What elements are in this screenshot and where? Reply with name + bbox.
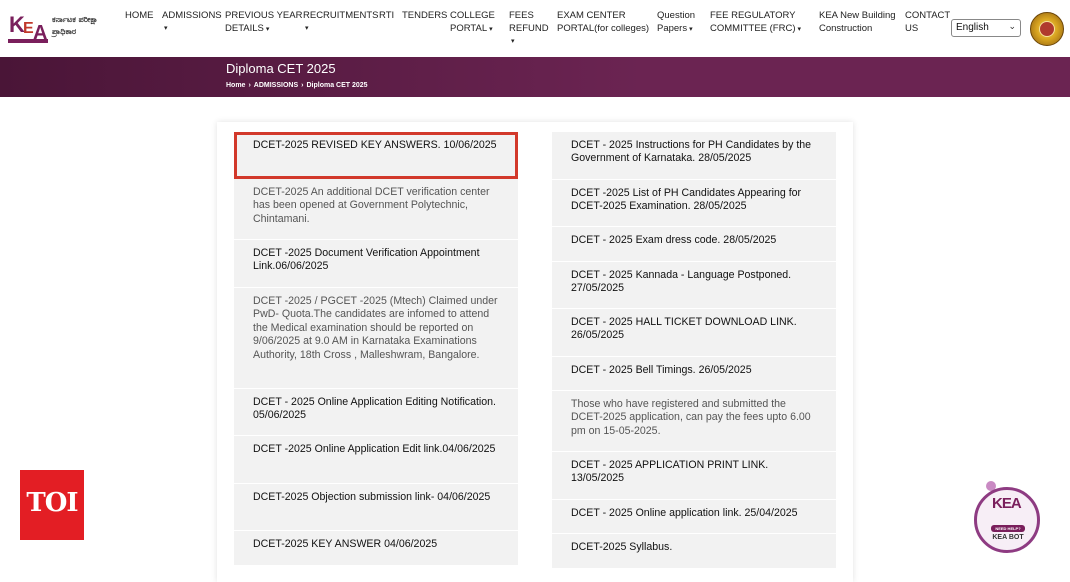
nav-fee-reg-label-line2: COMMITTEE (FRC) [710,23,796,34]
kea-logo[interactable]: K E A ಕರ್ನಾಟಕ ಪರೀಕ್ಷಾ ಪ್ರಾಧಿಕಾರ [8,10,113,48]
chevron-right-icon: › [301,82,304,89]
top-navbar: K E A ಕರ್ನಾಟಕ ಪರೀಕ್ಷಾ ಪ್ರಾಧಿಕಾರ HOME ADM… [0,0,1070,57]
nav-previous-year-label-line2: DETAILS [225,23,264,34]
notifications-left-column: DCET-2025 REVISED KEY ANSWERS. 10/06/202… [234,132,518,566]
notification-link-revised-key-answers[interactable]: DCET-2025 REVISED KEY ANSWERS. 10/06/202… [234,132,518,179]
notification-link-hall-ticket[interactable]: DCET - 2025 HALL TICKET DOWNLOAD LINK. 2… [552,309,836,357]
chevron-down-icon: ▾ [797,26,802,33]
logo-kannada-text: ಕರ್ನಾಟಕ ಪರೀಕ್ಷಾ ಪ್ರಾಧಿಕಾರ [52,15,98,36]
nav-previous-year-details[interactable]: PREVIOUS YEAR DETAILS ▾ [225,9,302,36]
nav-contact-us[interactable]: CONTACT US [905,9,950,35]
nav-exam-center-label-line1: EXAM CENTER [557,10,626,21]
kea-logo-mark: K E A [8,10,48,44]
breadcrumb-home[interactable]: Home [226,82,245,89]
nav-tenders-label: TENDERS [402,10,448,21]
kea-bot-help-tag: NEED HELP? [991,525,1025,532]
nav-admissions-label: ADMISSIONS [162,10,222,21]
nav-kea-building-label-line1: KEA New Building [819,10,896,21]
emblem-center [1039,21,1055,37]
page-title: Diploma CET 2025 [226,61,336,76]
chevron-down-icon: ▾ [689,26,693,33]
chevron-down-icon: ▾ [305,25,309,32]
nav-admissions[interactable]: ADMISSIONS ▾ [162,9,222,35]
logo-letter-k: K [9,12,25,37]
logo-bar [8,39,48,43]
language-select[interactable]: English ⌄ [951,19,1021,37]
notifications-right-column: DCET - 2025 Instructions for PH Candidat… [552,132,836,569]
notification-link-document-verification[interactable]: DCET -2025 Document Verification Appoint… [234,240,518,288]
notification-link-fee-payment[interactable]: Those who have registered and submitted … [552,391,836,452]
nav-recruitments[interactable]: RECRUITMENTS ▾ [303,9,378,35]
notification-link-application-editing[interactable]: DCET - 2025 Online Application Editing N… [234,389,518,436]
notification-link-kannada-postponed[interactable]: DCET - 2025 Kannada - Language Postponed… [552,262,836,309]
notifications-panel: DCET-2025 REVISED KEY ANSWERS. 10/06/202… [217,122,853,582]
nav-previous-year-label-line1: PREVIOUS YEAR [225,10,303,21]
nav-rti[interactable]: RTI [379,9,394,22]
chevron-down-icon: ▾ [489,26,493,33]
nav-home-label: HOME [125,10,154,21]
notification-link-syllabus[interactable]: DCET-2025 Syllabus. [552,534,836,569]
nav-question-label-line1: Question [657,10,696,21]
notification-link-objection-submission[interactable]: DCET-2025 Objection submission link- 04/… [234,484,518,531]
notification-link-application-print[interactable]: DCET - 2025 APPLICATION PRINT LINK. 13/0… [552,452,836,500]
notification-link-dress-code[interactable]: DCET - 2025 Exam dress code. 28/05/2025 [552,227,836,262]
nav-question-label-line2: Papers [657,23,688,34]
breadcrumb: Home › ADMISSIONS › Diploma CET 2025 [226,82,368,89]
kea-bot-logo: KEA [992,495,1022,512]
nav-rti-label: RTI [379,10,395,21]
nav-fees-label-line1: FEES [509,10,534,21]
nav-exam-center-label-line2: PORTAL(for colleges) [557,23,650,34]
nav-college-portal[interactable]: COLLEGE PORTAL ▾ [450,9,495,36]
nav-college-label-line2: PORTAL [450,23,488,34]
page-banner: Diploma CET 2025 Home › ADMISSIONS › Diploma… [0,57,1070,97]
breadcrumb-admissions[interactable]: ADMISSIONS [254,82,298,89]
nav-exam-center-portal[interactable]: EXAM CENTER PORTAL(for colleges) [557,9,649,35]
nav-home[interactable]: HOME [125,9,154,22]
nav-fee-reg-label-line1: FEE REGULATORY [710,10,796,21]
nav-fee-regulatory-committee[interactable]: FEE REGULATORY COMMITTEE (FRC) ▾ [710,9,801,36]
karnataka-emblem-icon [1030,12,1064,46]
chevron-down-icon: ▾ [511,38,515,45]
notification-link-bell-timings[interactable]: DCET - 2025 Bell Timings. 26/05/2025 [552,357,836,391]
nav-fees-label-line2: REFUND [509,23,549,34]
nav-tenders[interactable]: TENDERS [402,9,447,22]
nav-contact-label-line1: CONTACT [905,10,951,21]
notification-link-online-application[interactable]: DCET - 2025 Online application link. 25/… [552,500,836,534]
nav-kea-building-label-line2: Construction [819,23,873,34]
notification-link-additional-center[interactable]: DCET-2025 An additional DCET verificatio… [234,179,518,240]
kea-bot-label: KEA BOT [992,534,1024,541]
notification-link-ph-instructions[interactable]: DCET - 2025 Instructions for PH Candidat… [552,132,836,180]
kea-bot-button[interactable]: KEA NEED HELP? KEA BOT [972,481,1044,555]
nav-question-papers[interactable]: Question Papers ▾ [657,9,695,36]
nav-recruitments-label: RECRUITMENTS [303,10,379,21]
nav-college-label-line1: COLLEGE [450,10,495,21]
chevron-down-icon: ▾ [164,25,168,32]
notification-link-ph-candidates-list[interactable]: DCET -2025 List of PH Candidates Appeari… [552,180,836,227]
language-selected-value: English [956,22,989,33]
nav-kea-new-building[interactable]: KEA New Building Construction [819,9,896,35]
notification-link-key-answer[interactable]: DCET-2025 KEY ANSWER 04/06/2025 [234,531,518,566]
notification-link-pwd-quota[interactable]: DCET -2025 / PGCET -2025 (Mtech) Claimed… [234,288,518,389]
toi-logo: TOI [20,470,84,540]
chevron-right-icon: › [248,82,251,89]
breadcrumb-current: Diploma CET 2025 [306,82,368,89]
nav-fees-refund[interactable]: FEES REFUND ▾ [509,9,549,48]
nav-contact-label-line2: US [905,23,919,34]
chevron-down-icon: ▾ [265,26,270,33]
chevron-down-icon: ⌄ [1008,21,1016,31]
notification-link-application-edit[interactable]: DCET -2025 Online Application Edit link.… [234,436,518,484]
